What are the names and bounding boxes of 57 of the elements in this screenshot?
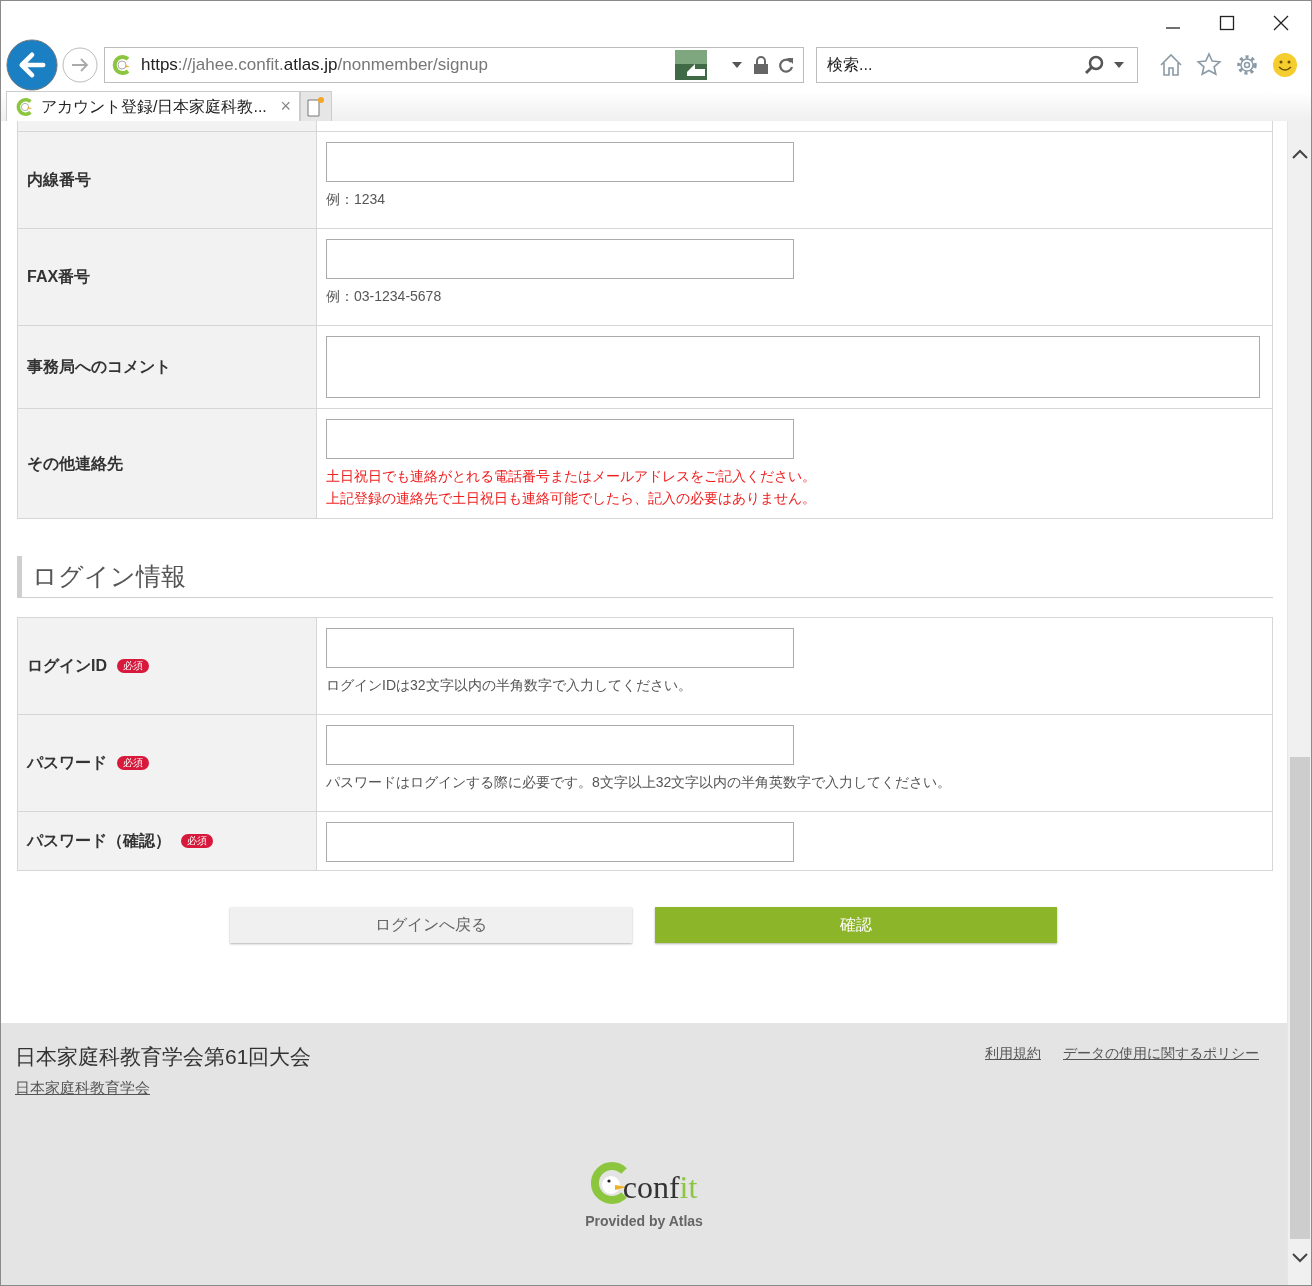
input-field[interactable] <box>326 822 794 862</box>
search-placeholder: 検索... <box>827 55 874 75</box>
dropdown-icon[interactable] <box>1113 61 1125 69</box>
maximize-icon[interactable] <box>1219 15 1235 31</box>
field-label: ログインID <box>27 656 107 676</box>
address-bar[interactable]: https://jahee.confit.atlas.jp/nonmember/signup <box>104 47 804 83</box>
footer-link[interactable]: データの使用に関するポリシー <box>1063 1043 1259 1064</box>
settings-icon[interactable] <box>1234 52 1260 78</box>
footer-link[interactable]: 利用規約 <box>985 1043 1041 1064</box>
dropdown-icon[interactable] <box>731 61 743 69</box>
footer-title: 日本家庭科教育学会第61回大会 <box>15 1044 312 1070</box>
url-text: https://jahee.confit.atlas.jp/nonmember/signup <box>141 54 488 77</box>
required-badge: 必須 <box>117 659 149 673</box>
forward-icon[interactable] <box>62 47 98 83</box>
input-field[interactable] <box>326 239 794 279</box>
new-tab-button[interactable] <box>300 91 332 121</box>
required-badge: 必須 <box>117 756 149 770</box>
site-icon <box>15 96 35 117</box>
warning-note: 上記登録の連絡先で土日祝日も連絡可能でしたら、記入の必要はありません。 <box>326 489 817 508</box>
field-label: 事務局へのコメント <box>27 357 171 377</box>
smiley-icon[interactable] <box>1272 52 1298 78</box>
input-field[interactable] <box>326 628 794 668</box>
provided-by-text: Provided by Atlas <box>585 1212 703 1231</box>
scroll-thumb[interactable] <box>1289 757 1310 1239</box>
field-label: 内線番号 <box>27 170 91 190</box>
refresh-icon[interactable] <box>777 55 795 75</box>
input-field[interactable] <box>326 142 794 182</box>
tab-close-button[interactable]: × <box>280 93 291 120</box>
input-field[interactable] <box>326 419 794 459</box>
section-heading: ログイン情報 <box>17 556 1273 598</box>
field-label: パスワード <box>27 753 107 773</box>
back-to-login-button[interactable]: ログインへ戻る <box>229 907 632 943</box>
hint-text: パスワードはログインする際に必要です。8文字以上32文字以内の半角英数字で入力してください。 <box>326 773 953 792</box>
search-field[interactable]: 検索... <box>816 47 1138 83</box>
home-icon[interactable] <box>1158 52 1184 78</box>
browser-tab[interactable]: アカウント登録/日本家庭科教... × <box>6 91 300 121</box>
new-tab-icon <box>306 95 326 118</box>
input-field[interactable] <box>326 725 794 765</box>
organization-link[interactable]: 日本家庭科教育学会 <box>15 1076 150 1099</box>
close-icon[interactable] <box>1273 15 1289 31</box>
hint-text: ログインIDは32文字以内の半角数字で入力してください。 <box>326 676 693 695</box>
lock-icon <box>753 55 769 75</box>
field-label: その他連絡先 <box>27 453 123 474</box>
required-badge: 必須 <box>181 834 213 848</box>
tab-title: アカウント登録/日本家庭科教... <box>41 96 268 117</box>
field-label: パスワード（確認） <box>27 831 171 851</box>
star-icon[interactable] <box>1196 52 1222 78</box>
search-icon[interactable] <box>1083 54 1105 76</box>
hint-text: 例：1234 <box>326 190 387 209</box>
confit-logo: confit <box>590 1161 698 1205</box>
field-label: FAX番号 <box>27 267 91 287</box>
warning-note: 土日祝日でも連絡がとれる電話番号またはメールアドレスをご記入ください。 <box>326 467 817 486</box>
scrollbar[interactable] <box>1287 121 1311 1285</box>
comment-field[interactable] <box>326 336 1260 398</box>
back-icon[interactable] <box>6 39 58 91</box>
site-icon <box>111 54 133 76</box>
hint-text: 例：03-1234-5678 <box>326 287 443 306</box>
